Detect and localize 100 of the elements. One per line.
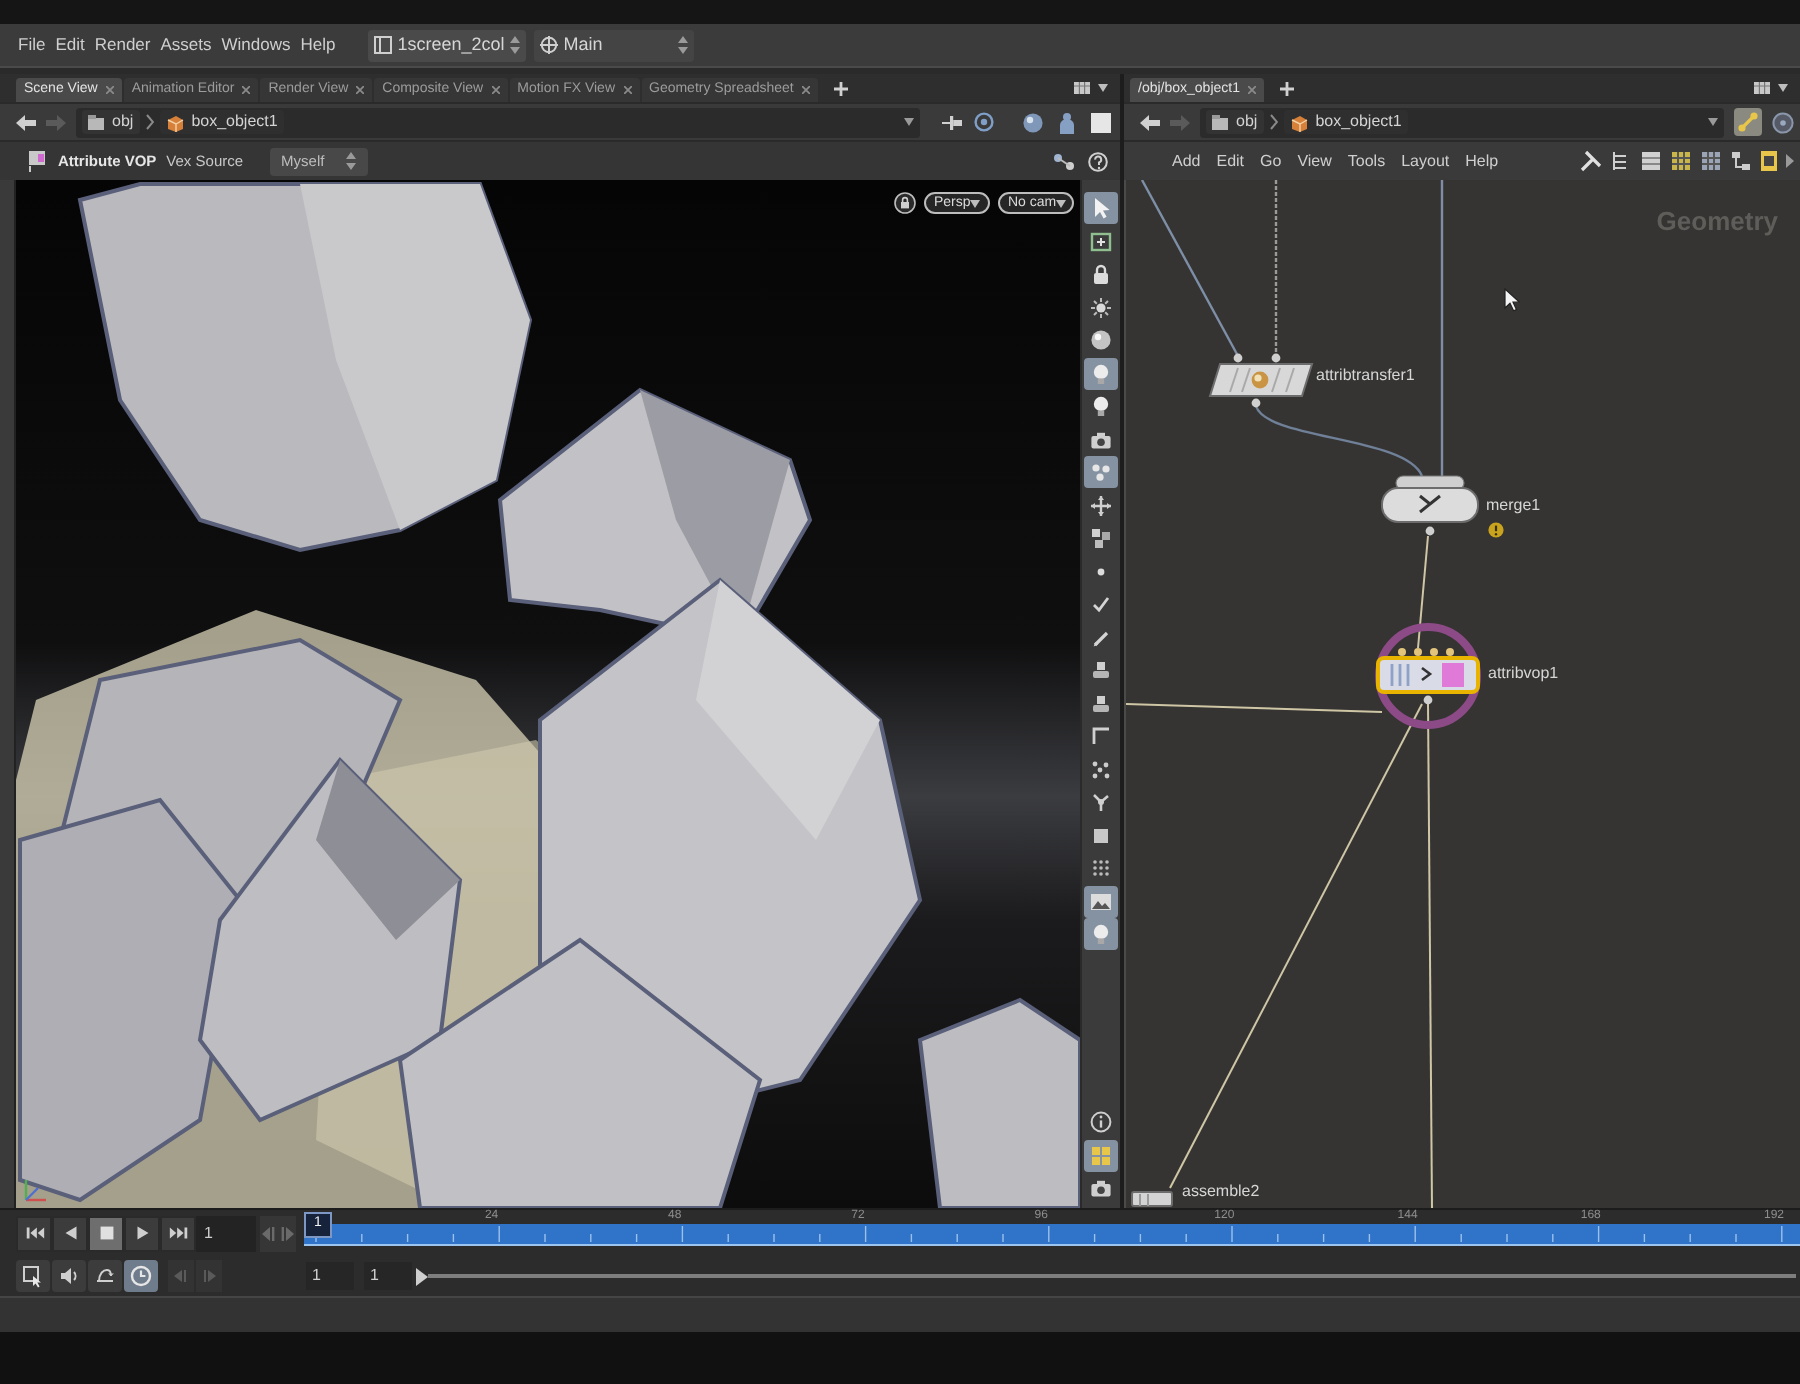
node-label: attribvop1 [1488, 664, 1559, 684]
menu-item[interactable]: Render [94, 32, 151, 58]
crosshair-icon [539, 36, 558, 54]
square-cursor-icon[interactable] [16, 1260, 50, 1292]
node-icon [28, 150, 48, 172]
menu-item[interactable]: Tools [1347, 149, 1386, 173]
figure-icon[interactable] [1056, 111, 1078, 133]
wrench-icon[interactable] [1580, 150, 1602, 172]
folder-icon [1212, 114, 1228, 130]
back-arrow-icon[interactable] [1140, 113, 1160, 131]
dots-icon[interactable] [1084, 456, 1118, 488]
list-icon[interactable] [1640, 150, 1662, 172]
menu-item[interactable]: View [1297, 149, 1332, 173]
plus-icon[interactable] [833, 81, 848, 95]
axes-icon [24, 1178, 48, 1202]
cube-icon [1289, 113, 1308, 131]
close-icon[interactable] [356, 86, 365, 94]
path-segment[interactable]: box_object1 [1283, 110, 1408, 134]
network-node[interactable] [1130, 1190, 1174, 1208]
plus-icon[interactable] [1279, 81, 1294, 95]
caret-icon[interactable] [1778, 84, 1788, 92]
network-dropdown[interactable]: Main [533, 29, 694, 61]
square-frame-icon[interactable] [1760, 150, 1778, 172]
table-icon[interactable] [1670, 150, 1692, 172]
caret-icon [1056, 199, 1067, 207]
menu-item[interactable]: Add [1172, 149, 1201, 173]
menu-item[interactable]: File [18, 32, 46, 58]
range-end-field[interactable]: 1 [364, 1262, 412, 1290]
path-field[interactable]: obj box_object1 [1200, 107, 1724, 137]
skip-to-start-icon [23, 1222, 45, 1244]
back-arrow-icon[interactable] [16, 113, 36, 131]
range-handle-icon[interactable] [416, 1267, 428, 1285]
stop-button[interactable] [88, 1215, 124, 1251]
pin-icon[interactable] [942, 113, 962, 131]
loop-icon[interactable] [88, 1260, 122, 1292]
menu-item[interactable]: Go [1260, 149, 1282, 173]
caret-icon[interactable] [1708, 118, 1718, 126]
layout-icon [373, 36, 392, 54]
mouse-cursor-icon [1504, 288, 1520, 312]
circle-icon[interactable] [1772, 111, 1794, 133]
desktop-dropdown[interactable]: 1screen_2col [367, 29, 526, 61]
close-icon[interactable] [491, 86, 500, 94]
up-down-caret-icon [345, 152, 356, 170]
help-icon[interactable] [1088, 151, 1108, 171]
timeline-bar[interactable] [304, 1223, 1800, 1245]
skip-to-start-button[interactable] [16, 1215, 52, 1251]
menu-item[interactable]: Layout [1401, 149, 1450, 173]
menu-item[interactable]: Edit [1216, 149, 1245, 173]
menu-item[interactable]: Windows [221, 32, 291, 58]
close-icon[interactable] [1247, 86, 1256, 94]
path-field[interactable]: obj box_object1 [76, 107, 920, 137]
menu-item[interactable]: Help [1465, 149, 1499, 173]
image-icon[interactable] [1084, 885, 1118, 917]
cube-icon [165, 113, 184, 131]
close-icon[interactable] [801, 86, 810, 94]
chevron-right-icon [145, 114, 154, 130]
play-button[interactable] [124, 1215, 160, 1251]
menu-item[interactable]: Edit [55, 32, 85, 58]
connected-dots-icon[interactable] [1052, 151, 1076, 171]
skip-to-end-button[interactable] [160, 1215, 196, 1251]
chevron-right-icon [1269, 114, 1278, 130]
tiles-icon[interactable] [1084, 1139, 1118, 1171]
path-segment[interactable]: obj [1206, 110, 1264, 134]
path-segment[interactable]: obj [82, 110, 140, 134]
sphere-icon[interactable] [1022, 111, 1044, 133]
caret-icon [970, 199, 981, 207]
menu-item[interactable]: Help [300, 32, 336, 58]
path-segment[interactable]: box_object1 [159, 110, 284, 134]
clock-icon[interactable] [124, 1260, 158, 1292]
panel-menu-icon[interactable] [1074, 82, 1090, 94]
node-label: attribtransfer1 [1316, 366, 1415, 386]
stop-icon [95, 1222, 117, 1244]
network-icon[interactable] [1730, 150, 1752, 172]
target-icon[interactable] [974, 112, 994, 132]
light-bulb-icon[interactable] [1084, 357, 1118, 389]
triangle-right-icon[interactable] [1786, 154, 1794, 168]
skip-to-end-icon [167, 1222, 189, 1244]
square-icon[interactable] [1090, 111, 1112, 133]
up-down-caret-icon [677, 36, 688, 54]
network-node[interactable] [1206, 352, 1314, 408]
tree-icon[interactable] [1610, 150, 1632, 172]
play-reverse-button[interactable] [52, 1215, 88, 1251]
up-down-caret-icon [510, 36, 521, 54]
node-wire [1417, 535, 1429, 649]
node-label: assemble2 [1182, 1182, 1260, 1202]
speaker-icon[interactable] [52, 1260, 86, 1292]
close-icon[interactable] [105, 86, 114, 94]
grid-icon[interactable] [1700, 150, 1722, 172]
caret-icon[interactable] [1098, 84, 1108, 92]
frame-field[interactable]: 1 [196, 1215, 256, 1251]
caret-icon[interactable] [904, 118, 914, 126]
folder-icon [88, 114, 104, 130]
link-icon[interactable] [1734, 108, 1762, 136]
network-node[interactable] [1378, 474, 1482, 538]
panel-menu-icon[interactable] [1754, 82, 1770, 94]
range-start-field[interactable]: 1 [306, 1262, 354, 1290]
menu-item[interactable]: Assets [160, 32, 212, 58]
close-icon[interactable] [242, 86, 251, 94]
network-node[interactable] [1374, 646, 1482, 706]
close-icon[interactable] [623, 86, 631, 94]
